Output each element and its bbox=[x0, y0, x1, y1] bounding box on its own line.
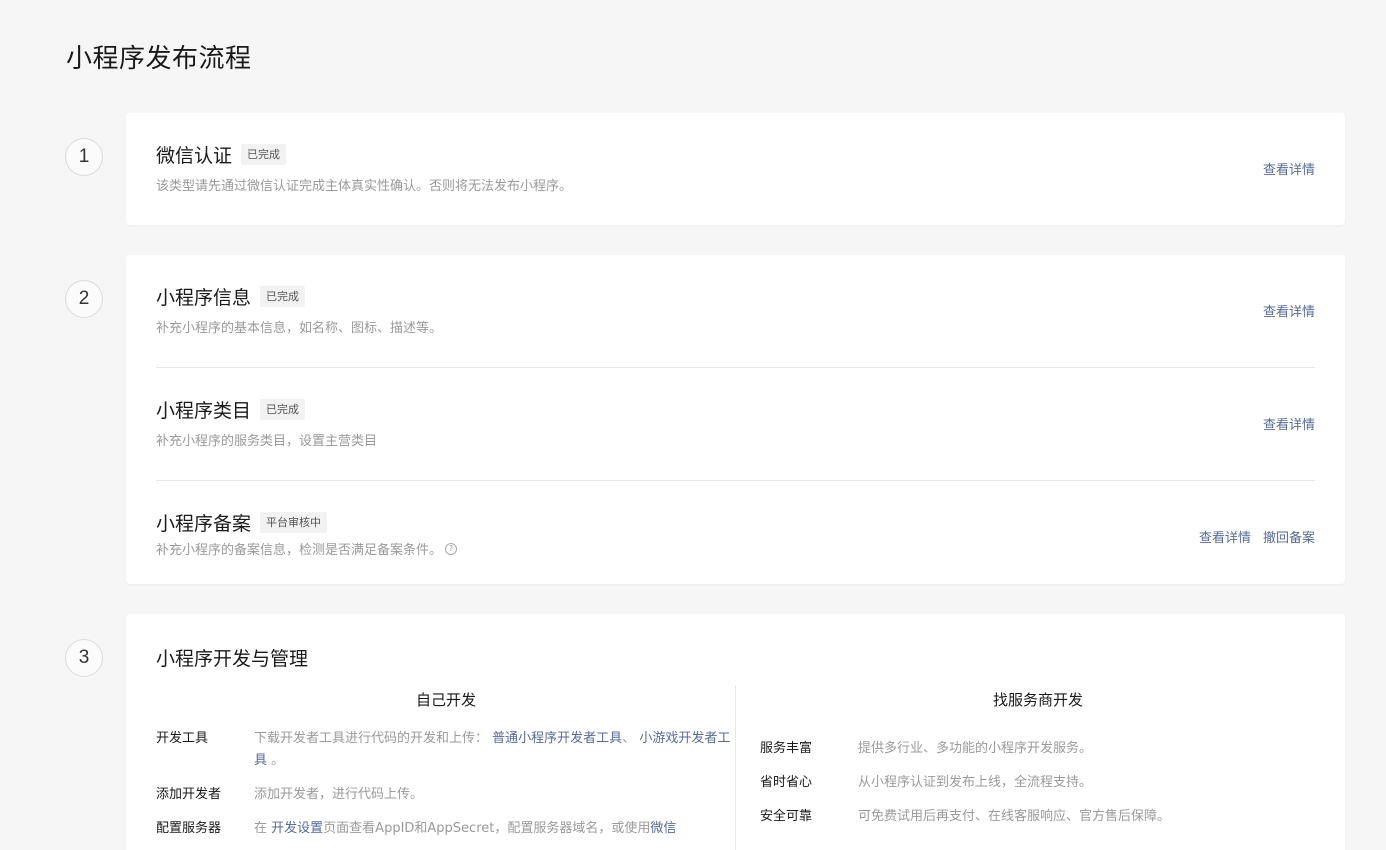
view-details-link[interactable]: 查看详情 bbox=[1263, 159, 1315, 178]
row-add-developer: 添加开发者 添加开发者，进行代码上传。 bbox=[156, 784, 736, 806]
item-description-text: 补充小程序的服务类目，设置主营类目 bbox=[156, 434, 378, 449]
row-text-suffix: 。 bbox=[271, 753, 285, 768]
divider bbox=[156, 367, 1315, 368]
row-text-prefix: 在 bbox=[254, 821, 268, 836]
step-item-app-filing: 小程序备案 平台审核中 补充小程序的备案信息，检测是否满足备案条件。 ? 查看详… bbox=[156, 509, 1315, 558]
item-description: 补充小程序的备案信息，检测是否满足备案条件。 ? bbox=[156, 539, 1315, 558]
row-label: 配置服务器 bbox=[156, 821, 222, 836]
row-text: 从小程序认证到发布上线，全流程支持。 bbox=[858, 775, 1093, 790]
row-text: 在 开发设置页面查看AppID和AppSecret，配置服务器域名，或使用微信 bbox=[254, 818, 736, 840]
vendor-dev-column: 找服务商开发 服务丰富 提供多行业、多功能的小程序开发服务。 省时省心 从小程序… bbox=[760, 684, 1316, 828]
row-text: 提供多行业、多功能的小程序开发服务。 bbox=[858, 741, 1093, 756]
dev-settings-link[interactable]: 开发设置 bbox=[271, 821, 323, 836]
row-label: 服务丰富 bbox=[760, 741, 813, 756]
step-number-2: 2 bbox=[65, 280, 103, 318]
item-description: 该类型请先通过微信认证完成主体真实性确认。否则将无法发布小程序。 bbox=[156, 175, 1315, 194]
row-save-time: 省时省心 从小程序认证到发布上线，全流程支持。 bbox=[760, 772, 1316, 794]
status-badge: 已完成 bbox=[260, 398, 306, 420]
row-text-separator: 、 bbox=[622, 731, 636, 746]
view-details-link[interactable]: 查看详情 bbox=[1263, 414, 1315, 433]
row-text-middle: 页面查看AppID和AppSecret，配置服务器域名，或使用 bbox=[323, 821, 651, 836]
question-circle-icon[interactable]: ? bbox=[445, 542, 458, 555]
row-text-prefix: 下载开发者工具进行代码的开发和上传： bbox=[254, 731, 489, 746]
item-description-text: 补充小程序的基本信息，如名称、图标、描述等。 bbox=[156, 321, 443, 336]
section-title: 小程序开发与管理 bbox=[156, 648, 309, 670]
item-title: 微信认证 bbox=[156, 144, 233, 167]
step-item-wechat-verification: 微信认证 已完成 该类型请先通过微信认证完成主体真实性确认。否则将无法发布小程序… bbox=[156, 141, 1315, 194]
step-item-app-info: 小程序信息 已完成 补充小程序的基本信息，如名称、图标、描述等。 查看详情 bbox=[156, 283, 1315, 336]
item-description-text: 该类型请先通过微信认证完成主体真实性确认。否则将无法发布小程序。 bbox=[156, 179, 573, 194]
page: 小程序发布流程 1 微信认证 已完成 该类型请先通过微信认证完成主体真实性确认。… bbox=[0, 0, 1386, 850]
mini-program-devtools-link[interactable]: 普通小程序开发者工具 bbox=[492, 731, 622, 746]
self-dev-column: 自己开发 开发工具 下载开发者工具进行代码的开发和上传： 普通小程序开发者工具、… bbox=[156, 684, 736, 840]
row-config-server: 配置服务器 在 开发设置页面查看AppID和AppSecret，配置服务器域名，… bbox=[156, 818, 736, 840]
page-title: 小程序发布流程 bbox=[66, 44, 252, 74]
item-description: 补充小程序的服务类目，设置主营类目 bbox=[156, 430, 1315, 449]
row-label: 安全可靠 bbox=[760, 809, 813, 824]
row-text: 可免费试用后再支付、在线客服响应、官方售后保障。 bbox=[858, 809, 1171, 824]
withdraw-filing-link[interactable]: 撤回备案 bbox=[1263, 527, 1315, 546]
row-label: 添加开发者 bbox=[156, 787, 222, 802]
status-badge: 已完成 bbox=[260, 285, 306, 307]
step-card-1: 微信认证 已完成 该类型请先通过微信认证完成主体真实性确认。否则将无法发布小程序… bbox=[126, 113, 1345, 225]
item-title: 小程序备案 bbox=[156, 512, 252, 535]
step-number-3: 3 bbox=[65, 639, 103, 677]
row-text: 下载开发者工具进行代码的开发和上传： 普通小程序开发者工具、 小游戏开发者工具 … bbox=[254, 728, 736, 772]
step-number-1: 1 bbox=[65, 138, 103, 176]
item-description: 补充小程序的基本信息，如名称、图标、描述等。 bbox=[156, 317, 1315, 336]
column-divider bbox=[735, 686, 736, 850]
status-badge: 已完成 bbox=[241, 143, 287, 165]
item-title: 小程序信息 bbox=[156, 286, 252, 309]
item-title: 小程序类目 bbox=[156, 399, 252, 422]
view-details-link[interactable]: 查看详情 bbox=[1199, 527, 1251, 546]
wechat-link[interactable]: 微信 bbox=[650, 821, 676, 836]
divider bbox=[156, 480, 1315, 481]
row-secure: 安全可靠 可免费试用后再支付、在线客服响应、官方售后保障。 bbox=[760, 806, 1316, 828]
row-text: 添加开发者，进行代码上传。 bbox=[254, 787, 424, 802]
self-dev-heading: 自己开发 bbox=[415, 691, 476, 709]
step-item-app-category: 小程序类目 已完成 补充小程序的服务类目，设置主营类目 查看详情 bbox=[156, 396, 1315, 449]
step-card-3: 小程序开发与管理 自己开发 开发工具 下载开发者工具进行代码的开发和上传： 普通… bbox=[126, 614, 1345, 850]
item-description-text: 补充小程序的备案信息，检测是否满足备案条件。 bbox=[156, 543, 443, 558]
row-label: 省时省心 bbox=[760, 775, 813, 790]
vendor-dev-heading: 找服务商开发 bbox=[992, 691, 1083, 709]
step-card-2: 小程序信息 已完成 补充小程序的基本信息，如名称、图标、描述等。 查看详情 小程… bbox=[126, 255, 1345, 584]
row-rich-services: 服务丰富 提供多行业、多功能的小程序开发服务。 bbox=[760, 738, 1316, 760]
status-badge: 平台审核中 bbox=[260, 511, 328, 533]
row-label: 开发工具 bbox=[156, 731, 209, 746]
row-dev-tools: 开发工具 下载开发者工具进行代码的开发和上传： 普通小程序开发者工具、 小游戏开… bbox=[156, 728, 736, 772]
view-details-link[interactable]: 查看详情 bbox=[1263, 301, 1315, 320]
